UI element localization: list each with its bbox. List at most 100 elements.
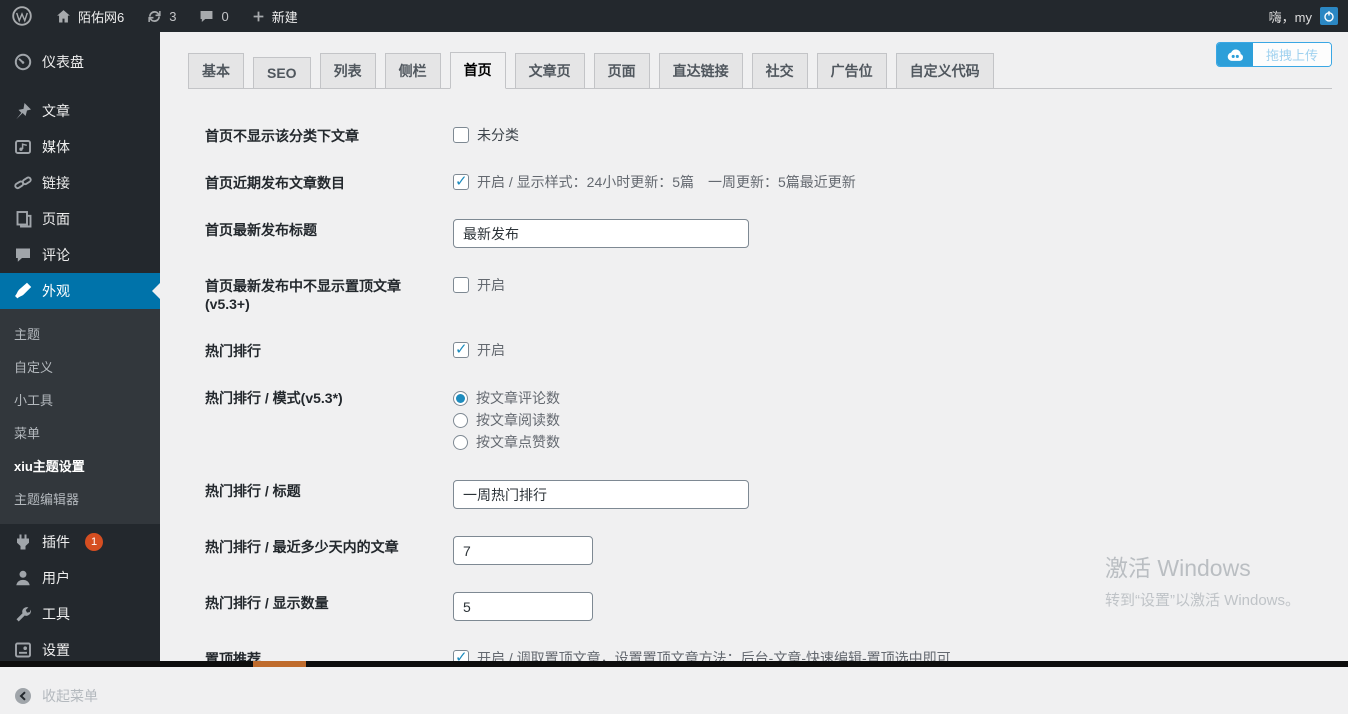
sidebar-item-posts[interactable]: 文章	[0, 93, 160, 129]
sidebar-item-plugins[interactable]: 插件 1	[0, 524, 160, 560]
admin-bar-left: 陌佑网6 3 0 新建	[0, 0, 309, 32]
checkbox-line: 开启	[453, 275, 505, 295]
link-icon	[13, 173, 33, 193]
sidebar-item-appearance[interactable]: 外观	[0, 273, 160, 309]
adminbar-label-updates: 3	[169, 8, 177, 24]
field-control	[453, 536, 593, 565]
checkbox-home-hide-sticky[interactable]	[453, 277, 469, 293]
adminbar-label-comments: 0	[221, 8, 229, 24]
sidebar-item-collapse-menu[interactable]: 收起菜单	[0, 678, 160, 714]
brush-icon	[13, 281, 33, 301]
sidebar-item-pages[interactable]: 页面	[0, 201, 160, 237]
field-label: 首页最新发布标题	[205, 222, 317, 238]
submenu-item-0[interactable]: 主题	[0, 317, 160, 350]
radio-hot-rank-mode-2[interactable]	[453, 434, 468, 450]
sidebar-item-comments[interactable]: 评论	[0, 237, 160, 273]
checkbox-hot-rank[interactable]	[453, 340, 469, 358]
radio-line: 按文章阅读数	[453, 409, 560, 431]
taskbar-highlight	[253, 661, 306, 667]
field-label: 热门排行 / 最近多少天内的文章	[205, 539, 399, 555]
sidebar-item-media[interactable]: 媒体	[0, 129, 160, 165]
tab-6[interactable]: 页面	[593, 53, 650, 88]
tab-9[interactable]: 广告位	[816, 53, 887, 88]
checkbox-home-recent-count[interactable]	[453, 172, 469, 190]
comment-icon	[13, 245, 33, 265]
radio-hot-rank-mode-0[interactable]	[453, 390, 468, 406]
pages-icon	[13, 209, 33, 229]
sidebar-item-label: 仪表盘	[42, 54, 84, 70]
sidebar-item-label: 文章	[42, 103, 70, 119]
sidebar-item-tools[interactable]: 工具	[0, 596, 160, 632]
submenu-item-5[interactable]: 主题编辑器	[0, 482, 160, 515]
sidebar-item-label: 媒体	[42, 139, 70, 155]
wrench-icon	[13, 604, 33, 624]
checkbox-line: 开启	[453, 340, 505, 360]
sidebar: 仪表盘 文章 媒体 链接 页面 评论 外观 主题 自定义 小工具 菜单 xiu主题设置 主题编辑器 插件 1…	[0, 32, 160, 704]
user-icon	[13, 568, 33, 588]
field-label: 热门排行 / 模式(v5.3*)	[205, 390, 343, 406]
tab-8[interactable]: 社交	[751, 53, 808, 88]
form-row-hot-rank-days: 热门排行 / 最近多少天内的文章	[205, 536, 1348, 565]
form-row-hot-rank-title: 热门排行 / 标题	[205, 480, 1348, 509]
input-hot-rank-title[interactable]	[453, 480, 749, 509]
submenu-item-2[interactable]: 小工具	[0, 383, 160, 416]
adminbar-item-wp-logo[interactable]	[0, 0, 44, 32]
sidebar-item-label: 页面	[42, 211, 70, 227]
sidebar-item-label: 收起菜单	[42, 688, 98, 704]
sidebar-item-label: 外观	[42, 283, 70, 299]
sidebar-item-links[interactable]: 链接	[0, 165, 160, 201]
input-home-latest-title[interactable]	[453, 219, 749, 248]
adminbar-item-updates[interactable]: 3	[135, 0, 187, 32]
admin-bar-right: 嗨，my	[1269, 0, 1348, 32]
submenu-item-1[interactable]: 自定义	[0, 350, 160, 383]
field-label: 热门排行 / 标题	[205, 483, 301, 499]
appearance-submenu: 主题 自定义 小工具 菜单 xiu主题设置 主题编辑器	[0, 309, 160, 524]
radio-hot-rank-mode-1[interactable]	[453, 412, 468, 428]
adminbar-item-new-content[interactable]: 新建	[240, 0, 309, 32]
form-row-hot-rank-mode: 热门排行 / 模式(v5.3*) 按文章评论数 按文章阅读数 按文章点赞数	[205, 387, 1348, 453]
cloud-icon	[1216, 43, 1253, 66]
tab-5[interactable]: 文章页	[514, 53, 585, 88]
drag-upload-button[interactable]: 拖拽上传	[1215, 42, 1332, 67]
field-control: 按文章评论数 按文章阅读数 按文章点赞数	[453, 387, 560, 453]
settings-icon	[13, 640, 33, 660]
radio-line: 按文章评论数	[453, 387, 560, 409]
form-row-home-latest-title: 首页最新发布标题	[205, 219, 1348, 248]
input-hot-rank-days[interactable]	[453, 536, 593, 565]
tab-7[interactable]: 直达链接	[658, 53, 743, 88]
field-control	[453, 219, 749, 248]
tab-10[interactable]: 自定义代码	[895, 53, 994, 88]
sidebar-item-dashboard[interactable]: 仪表盘	[0, 44, 160, 80]
tab-4[interactable]: 首页	[449, 52, 506, 89]
submenu-item-4[interactable]: xiu主题设置	[0, 449, 160, 482]
user-avatar[interactable]	[1320, 7, 1338, 25]
pin-icon	[13, 101, 33, 121]
media-icon	[13, 137, 33, 157]
tab-3[interactable]: 侧栏	[384, 53, 441, 88]
input-hot-rank-display[interactable]	[453, 592, 593, 621]
submenu-item-3[interactable]: 菜单	[0, 416, 160, 449]
checkbox-home-exclude-category[interactable]	[453, 127, 469, 143]
adminbar-item-comments[interactable]: 0	[187, 0, 239, 32]
sidebar-item-label: 用户	[42, 570, 70, 586]
checkbox-text: 开启 / 显示样式：24小时更新：5篇 一周更新：5篇最近更新	[477, 174, 856, 190]
content-area: 基本 SEO 列表 侧栏 首页 文章页 页面 直达链接 社交 广告位 自定义代码 拖拽上传 首页不显…	[160, 32, 1348, 667]
tab-2[interactable]: 列表	[319, 53, 376, 88]
field-label: 热门排行 / 显示数量	[205, 595, 329, 611]
form-row-home-recent-count: 首页近期发布文章数目 开启 / 显示样式：24小时更新：5篇 一周更新：5篇最近更…	[205, 172, 1348, 192]
field-label: 首页不显示该分类下文章	[205, 128, 359, 144]
checkbox-line: 未分类	[453, 125, 519, 145]
tab-0[interactable]: 基本	[188, 53, 244, 88]
sidebar-item-label: 插件	[42, 534, 70, 550]
wordpress-icon	[11, 5, 33, 27]
sidebar-item-users[interactable]: 用户	[0, 560, 160, 596]
field-control: 开启	[453, 275, 505, 313]
plus-icon	[251, 9, 266, 24]
user-greeting[interactable]: 嗨，my	[1269, 7, 1312, 26]
settings-tabs: 基本 SEO 列表 侧栏 首页 文章页 页面 直达链接 社交 广告位 自定义代码	[188, 52, 1332, 89]
settings-form: 首页不显示该分类下文章 未分类首页近期发布文章数目 开启 / 显示样式：24小时更新…	[205, 125, 1348, 667]
field-control: 开启	[453, 340, 505, 360]
adminbar-item-site-name[interactable]: 陌佑网6	[44, 0, 135, 32]
radio-text: 按文章评论数	[476, 390, 560, 406]
tab-1[interactable]: SEO	[253, 57, 311, 88]
